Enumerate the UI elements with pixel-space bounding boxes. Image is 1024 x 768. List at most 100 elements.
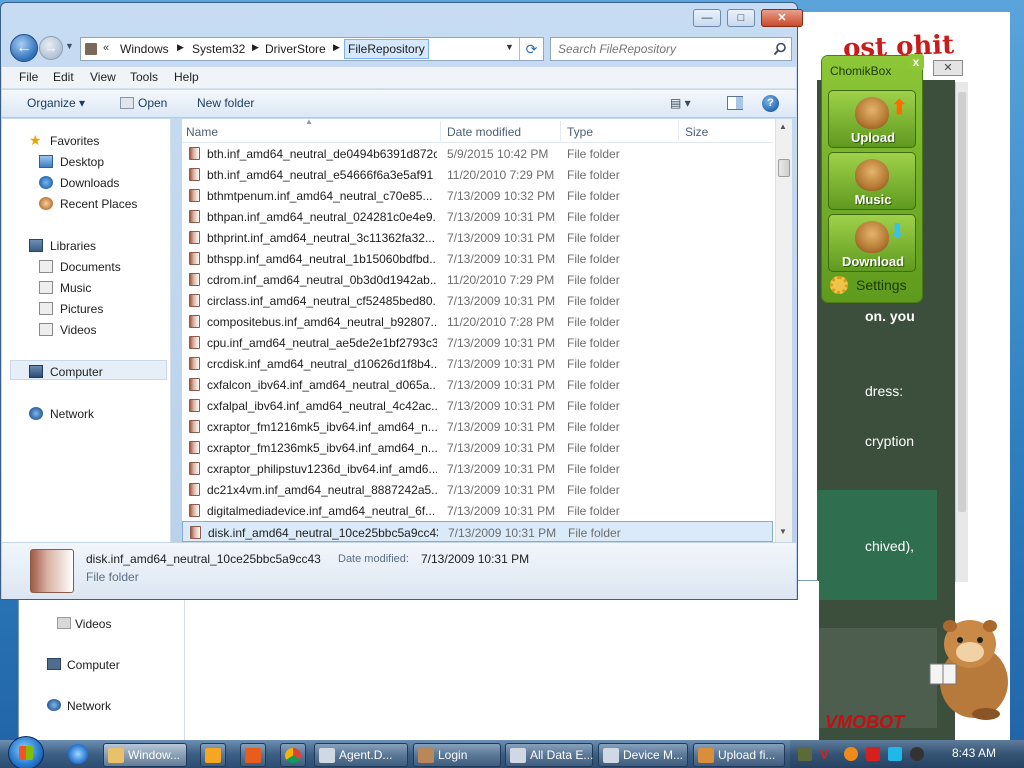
tray-volume-icon[interactable]	[910, 747, 924, 761]
file-row[interactable]: bth.inf_amd64_neutral_de0494b6391d872c 5/…	[182, 143, 773, 164]
taskbar-chomikbox[interactable]	[240, 743, 266, 767]
nav-music[interactable]: Music	[39, 278, 199, 298]
file-row[interactable]: dc21x4vm.inf_amd64_neutral_8887242a5... 7…	[182, 479, 773, 500]
scroll-thumb[interactable]	[778, 159, 790, 177]
taskbar-device-manager[interactable]: Device M...	[598, 743, 688, 767]
tray-monitor-icon[interactable]	[888, 747, 902, 761]
taskbar-chrome[interactable]	[280, 743, 306, 767]
nav-favorites[interactable]: ★ Favorites	[29, 131, 189, 151]
column-header-name[interactable]: Name	[186, 125, 218, 139]
nav-desktop[interactable]: Desktop	[39, 152, 199, 172]
chomikbox-close-button[interactable]: x	[908, 54, 924, 70]
taskbar-clock[interactable]: 8:43 AM	[952, 746, 996, 760]
file-row[interactable]: compositebus.inf_amd64_neutral_b92807...…	[182, 311, 773, 332]
breadcrumb-arrow-icon[interactable]: ▶	[333, 42, 340, 53]
chomikbox-download-button[interactable]: ⬇ Download	[828, 214, 916, 272]
file-row[interactable]: digitalmediadevice.inf_amd64_neutral_6f.…	[182, 500, 773, 521]
preview-pane-icon[interactable]	[727, 96, 743, 110]
forward-button[interactable]: →	[39, 36, 63, 60]
recent-pages-dropdown[interactable]: ▼	[65, 41, 74, 51]
file-row[interactable]: bth.inf_amd64_neutral_e54666f6a3e5af91 11…	[182, 164, 773, 185]
breadcrumb-arrow-icon[interactable]: ▶	[252, 42, 259, 53]
column-header-size[interactable]: Size	[685, 125, 708, 139]
file-row[interactable]: cxfalcon_ibv64.inf_amd64_neutral_d065a..…	[182, 374, 773, 395]
background-nav-videos[interactable]: Videos	[75, 617, 111, 631]
file-row[interactable]: bthprint.inf_amd64_neutral_3c11362fa32..…	[182, 227, 773, 248]
background-scroll-thumb[interactable]	[958, 92, 966, 512]
change-view-button[interactable]: ▤ ▾	[670, 96, 691, 110]
file-row[interactable]: cxraptor_fm1236mk5_ibv64.inf_amd64_n... 7…	[182, 437, 773, 458]
minimize-button[interactable]: —	[693, 9, 721, 27]
menu-view[interactable]: View	[90, 70, 116, 84]
file-row[interactable]: cxraptor_philipstuv1236d_ibv64.inf_amd6.…	[182, 458, 773, 479]
close-button[interactable]: ✕	[761, 9, 803, 27]
back-button[interactable]: ←	[10, 34, 38, 62]
taskbar-media-player[interactable]	[200, 743, 226, 767]
taskbar-all-data[interactable]: All Data E...	[505, 743, 593, 767]
scroll-up-icon[interactable]: ▲	[779, 122, 787, 131]
tray-flag-icon[interactable]	[866, 747, 880, 761]
chomikbox-music-button[interactable]: Music	[828, 152, 916, 210]
file-row[interactable]: crcdisk.inf_amd64_neutral_d10626d1f8b4..…	[182, 353, 773, 374]
nav-downloads[interactable]: Downloads	[39, 173, 199, 193]
tray-antivirus-icon[interactable]: V	[820, 747, 834, 762]
file-row[interactable]: cdrom.inf_amd64_neutral_0b3d0d1942ab... 1…	[182, 269, 773, 290]
breadcrumb-windows[interactable]: Windows	[120, 42, 169, 56]
nav-pictures[interactable]: Pictures	[39, 299, 199, 319]
taskbar-login[interactable]: Login	[413, 743, 501, 767]
chomikbox-settings-button[interactable]: Settings	[830, 276, 918, 296]
address-bar[interactable]: « Windows ▶ System32 ▶ DriverStore ▶ Fil…	[80, 37, 544, 61]
file-row[interactable]: cpu.inf_amd64_neutral_ae5de2e1bf2793c3 7/…	[182, 332, 773, 353]
file-row[interactable]: circlass.inf_amd64_neutral_cf52485bed80.…	[182, 290, 773, 311]
column-divider[interactable]	[678, 121, 679, 141]
menu-help[interactable]: Help	[174, 70, 199, 84]
menu-tools[interactable]: Tools	[130, 70, 158, 84]
address-dropdown-icon[interactable]: ▼	[505, 42, 514, 52]
nav-videos[interactable]: Videos	[39, 320, 199, 340]
background-scrollbar[interactable]	[955, 82, 968, 582]
breadcrumb-driverstore[interactable]: DriverStore	[265, 42, 326, 56]
search-input[interactable]	[551, 38, 771, 60]
breadcrumb-filerepository[interactable]: FileRepository	[344, 39, 429, 59]
menu-edit[interactable]: Edit	[53, 70, 74, 84]
file-row[interactable]: cxraptor_fm1216mk5_ibv64.inf_amd64_n... 7…	[182, 416, 773, 437]
column-header-date-modified[interactable]: Date modified	[447, 125, 521, 139]
menu-file[interactable]: File	[19, 70, 38, 84]
background-nav-computer[interactable]: Computer	[67, 658, 120, 672]
nav-network[interactable]: Network	[29, 404, 189, 424]
column-divider[interactable]	[560, 121, 561, 141]
organize-button[interactable]: Organize ▾	[27, 96, 85, 110]
help-icon[interactable]: ?	[762, 95, 779, 112]
open-button[interactable]: Open	[120, 96, 167, 110]
column-divider[interactable]	[440, 121, 441, 141]
tray-search-icon[interactable]	[844, 747, 858, 761]
breadcrumb-system32[interactable]: System32	[192, 42, 245, 56]
maximize-button[interactable]: □	[727, 9, 755, 27]
file-row[interactable]: bthpan.inf_amd64_neutral_024281c0e4e9...…	[182, 206, 773, 227]
taskbar-explorer[interactable]: Window...	[103, 743, 187, 767]
nav-computer[interactable]: Computer	[29, 362, 189, 382]
file-row[interactable]: cxfalpal_ibv64.inf_amd64_neutral_4c42ac.…	[182, 395, 773, 416]
tray-app-icon[interactable]	[798, 747, 812, 761]
taskbar-agent[interactable]: Agent.D...	[314, 743, 408, 767]
search-box[interactable]	[550, 37, 792, 61]
new-folder-button[interactable]: New folder	[197, 96, 254, 110]
search-icon[interactable]	[773, 42, 787, 56]
scroll-down-icon[interactable]: ▼	[779, 527, 787, 536]
start-button[interactable]	[8, 736, 44, 768]
file-list-scrollbar[interactable]: ▲ ▼	[775, 119, 792, 542]
breadcrumb-overflow[interactable]: «	[103, 42, 109, 54]
chomikbox-upload-button[interactable]: ⬆ Upload	[828, 90, 916, 148]
nav-libraries[interactable]: Libraries	[29, 236, 189, 256]
file-row[interactable]: bthspp.inf_amd64_neutral_1b15060bdfbd...…	[182, 248, 773, 269]
breadcrumb-arrow-icon[interactable]: ▶	[177, 42, 184, 53]
background-nav-network[interactable]: Network	[67, 699, 111, 713]
taskbar-upload[interactable]: Upload fi...	[693, 743, 785, 767]
file-row[interactable]: bthmtpenum.inf_amd64_neutral_c70e85... 7/…	[182, 185, 773, 206]
nav-recent-places[interactable]: Recent Places	[39, 194, 199, 214]
internet-explorer-icon[interactable]	[68, 744, 88, 764]
column-header-type[interactable]: Type	[567, 125, 593, 139]
refresh-button[interactable]: ⟳	[519, 38, 543, 60]
file-row[interactable]: disk.inf_amd64_neutral_10ce25bbc5a9cc43 7…	[182, 521, 773, 542]
nav-documents[interactable]: Documents	[39, 257, 199, 277]
